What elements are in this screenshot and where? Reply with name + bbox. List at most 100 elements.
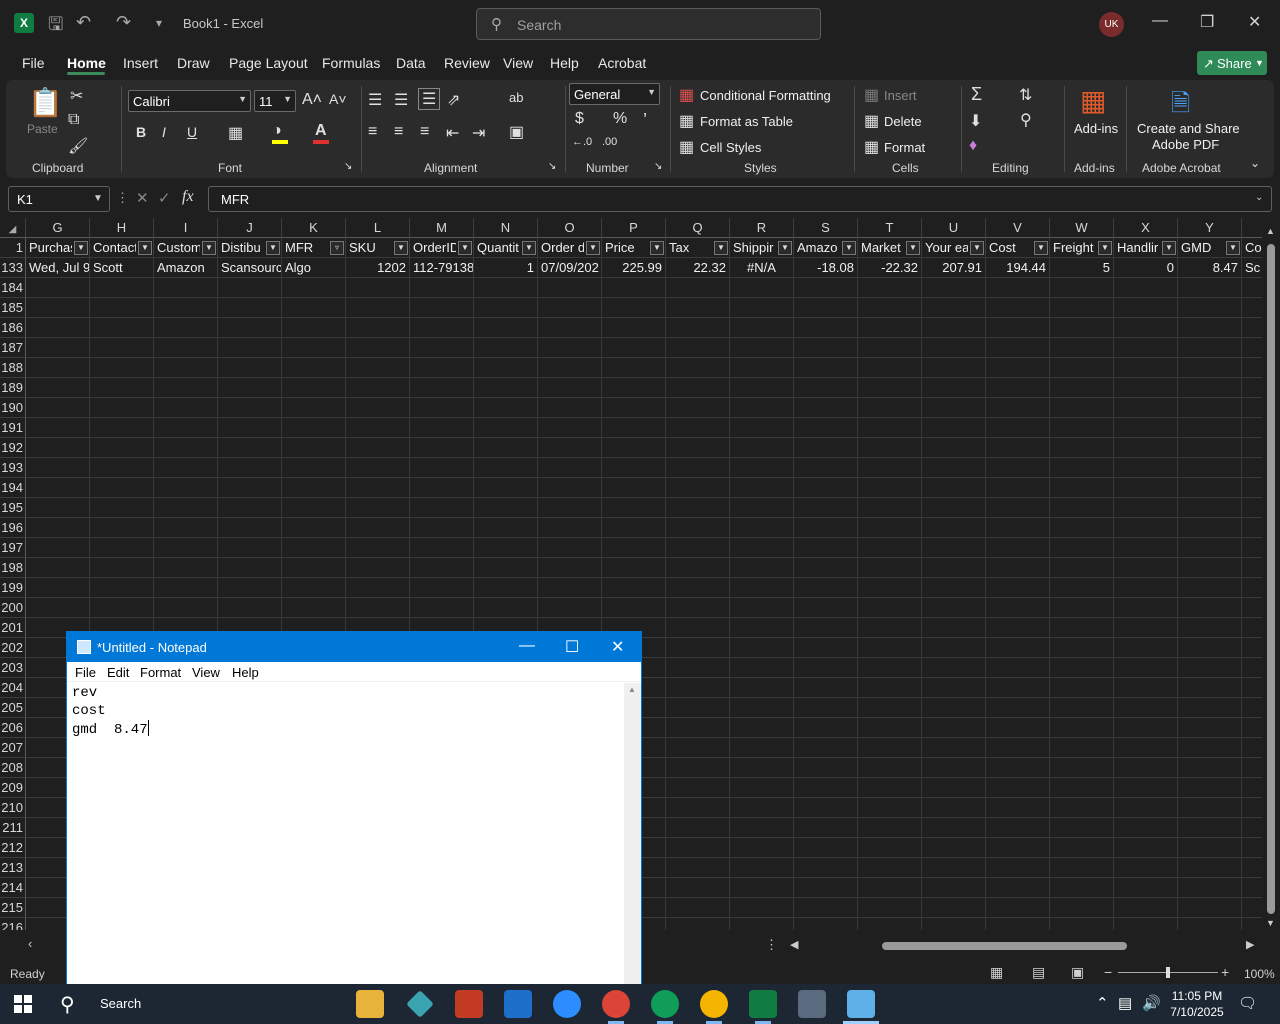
show-hidden-icons-icon[interactable]: ⌃ [1096, 994, 1109, 1012]
row-header[interactable]: 203 [0, 658, 26, 678]
empty-cell[interactable] [1114, 558, 1178, 578]
empty-cell[interactable] [666, 338, 730, 358]
empty-cell[interactable] [986, 558, 1050, 578]
empty-cell[interactable] [1114, 398, 1178, 418]
filter-dropdown-icon[interactable]: ▼ [906, 241, 920, 255]
filezilla-icon[interactable] [455, 990, 483, 1018]
empty-cell[interactable] [858, 538, 922, 558]
empty-cell[interactable] [410, 318, 474, 338]
conditional-formatting-button[interactable]: Conditional Formatting [700, 88, 831, 103]
empty-cell[interactable] [1114, 878, 1178, 898]
empty-cell[interactable] [346, 318, 410, 338]
empty-cell[interactable] [218, 518, 282, 538]
copy-icon[interactable]: ⧉ [68, 111, 79, 129]
empty-cell[interactable] [1050, 878, 1114, 898]
empty-cell[interactable] [666, 398, 730, 418]
empty-cell[interactable] [1178, 818, 1242, 838]
empty-cell[interactable] [1178, 718, 1242, 738]
empty-cell[interactable] [1242, 338, 1262, 358]
empty-cell[interactable] [730, 658, 794, 678]
empty-cell[interactable] [1178, 458, 1242, 478]
empty-cell[interactable] [154, 338, 218, 358]
borders-icon[interactable]: ▦ [228, 123, 243, 143]
bold-icon[interactable]: B [136, 124, 146, 140]
zoom-icon[interactable] [553, 990, 581, 1018]
empty-cell[interactable] [1242, 878, 1262, 898]
italic-icon[interactable]: I [162, 124, 166, 140]
empty-cell[interactable] [666, 758, 730, 778]
empty-cell[interactable] [1242, 798, 1262, 818]
empty-cell[interactable] [730, 338, 794, 358]
empty-cell[interactable] [730, 758, 794, 778]
empty-cell[interactable] [154, 598, 218, 618]
empty-cell[interactable] [986, 918, 1050, 930]
empty-cell[interactable] [794, 318, 858, 338]
zoom-out-icon[interactable]: − [1104, 964, 1112, 980]
empty-cell[interactable] [1050, 738, 1114, 758]
tab-view[interactable]: View [503, 55, 533, 71]
row-header[interactable]: 194 [0, 478, 26, 498]
empty-cell[interactable] [218, 598, 282, 618]
empty-cell[interactable] [922, 858, 986, 878]
filter-dropdown-icon[interactable]: ▼ [522, 241, 536, 255]
orientation-icon[interactable]: ⇗ [447, 90, 460, 110]
minimize-icon[interactable]: — [519, 637, 535, 655]
empty-cell[interactable] [218, 578, 282, 598]
empty-cell[interactable] [346, 598, 410, 618]
column-header[interactable]: L [346, 218, 410, 238]
number-dialog-launcher-icon[interactable]: ↘ [654, 161, 662, 172]
empty-cell[interactable] [154, 498, 218, 518]
empty-cell[interactable] [26, 378, 90, 398]
empty-cell[interactable] [602, 278, 666, 298]
empty-cell[interactable] [1178, 558, 1242, 578]
empty-cell[interactable] [858, 918, 922, 930]
empty-cell[interactable] [986, 338, 1050, 358]
empty-cell[interactable] [858, 378, 922, 398]
empty-cell[interactable] [154, 478, 218, 498]
empty-cell[interactable] [730, 318, 794, 338]
filter-header-cell[interactable]: Tax ▼ [666, 238, 730, 258]
empty-cell[interactable] [26, 578, 90, 598]
empty-cell[interactable] [1178, 418, 1242, 438]
empty-cell[interactable] [282, 318, 346, 338]
empty-cell[interactable] [730, 518, 794, 538]
empty-cell[interactable] [986, 718, 1050, 738]
empty-cell[interactable] [90, 558, 154, 578]
empty-cell[interactable] [1242, 738, 1262, 758]
row-header[interactable]: 1 [0, 238, 26, 258]
merge-center-icon[interactable]: ▣ [509, 122, 524, 142]
data-cell[interactable]: 0 [1114, 258, 1178, 278]
empty-cell[interactable] [1178, 578, 1242, 598]
empty-cell[interactable] [282, 438, 346, 458]
empty-cell[interactable] [26, 558, 90, 578]
empty-cell[interactable] [922, 378, 986, 398]
empty-cell[interactable] [1050, 318, 1114, 338]
cell-styles-button[interactable]: Cell Styles [700, 140, 761, 155]
empty-cell[interactable] [794, 518, 858, 538]
empty-cell[interactable] [346, 338, 410, 358]
empty-cell[interactable] [26, 598, 90, 618]
scroll-left-icon[interactable]: ◀ [790, 938, 798, 951]
empty-cell[interactable] [410, 498, 474, 518]
empty-cell[interactable] [282, 458, 346, 478]
empty-cell[interactable] [1050, 278, 1114, 298]
tab-page-layout[interactable]: Page Layout [229, 55, 308, 71]
empty-cell[interactable] [858, 718, 922, 738]
empty-cell[interactable] [730, 498, 794, 518]
row-header[interactable]: 192 [0, 438, 26, 458]
empty-cell[interactable] [1050, 538, 1114, 558]
empty-cell[interactable] [1050, 478, 1114, 498]
zoom-slider-thumb[interactable] [1166, 967, 1170, 978]
empty-cell[interactable] [858, 418, 922, 438]
font-dialog-launcher-icon[interactable]: ↘ [344, 161, 352, 172]
row-header[interactable]: 205 [0, 698, 26, 718]
empty-cell[interactable] [666, 478, 730, 498]
empty-cell[interactable] [26, 538, 90, 558]
horizontal-scroll-thumb[interactable] [882, 942, 1127, 950]
customize-qat-icon[interactable]: ▾ [156, 16, 162, 30]
row-header[interactable]: 211 [0, 818, 26, 838]
empty-cell[interactable] [794, 418, 858, 438]
empty-cell[interactable] [1178, 618, 1242, 638]
empty-cell[interactable] [666, 438, 730, 458]
expand-formula-icon[interactable]: ⌄ [1255, 192, 1263, 203]
